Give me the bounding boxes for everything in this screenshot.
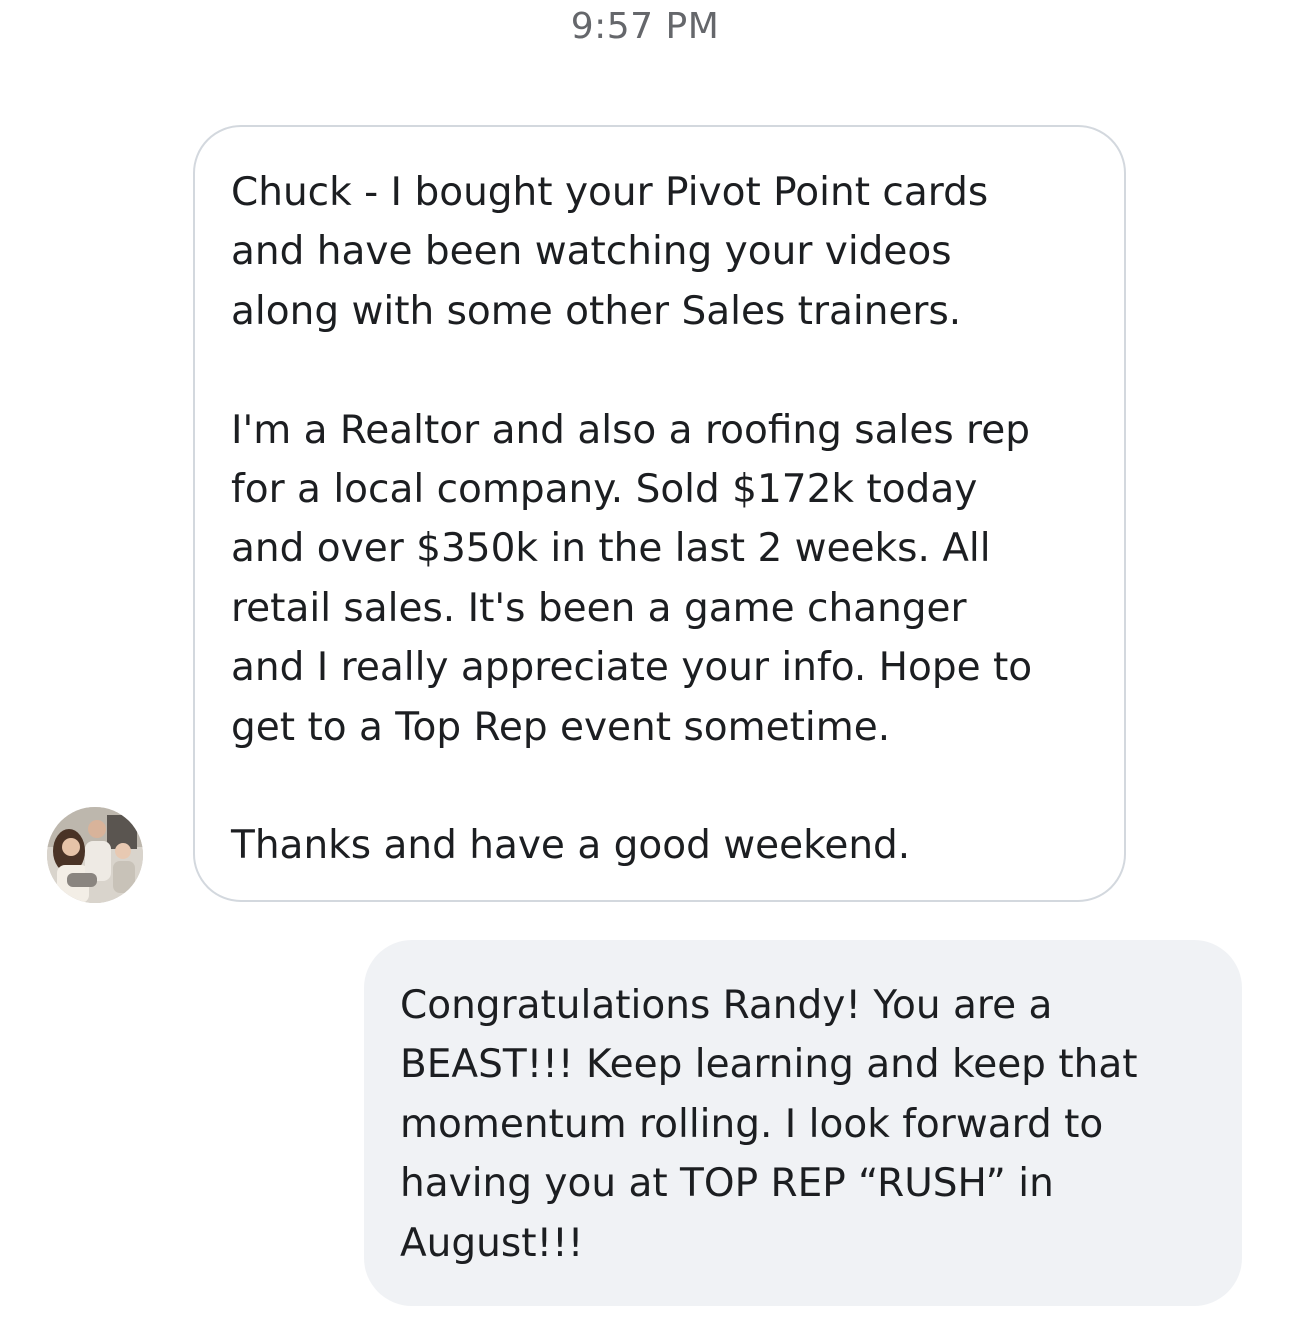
- avatar-photo-icon: [47, 807, 143, 903]
- contact-avatar[interactable]: [47, 807, 143, 903]
- incoming-message-text: Chuck - I bought your Pivot Point cards …: [231, 170, 1033, 869]
- incoming-message-bubble[interactable]: Chuck - I bought your Pivot Point cards …: [193, 125, 1126, 902]
- outgoing-message-text: Congratulations Randy! You are a BEAST!!…: [400, 983, 1138, 1266]
- message-timestamp: 9:57 PM: [570, 6, 720, 47]
- outgoing-message-bubble[interactable]: Congratulations Randy! You are a BEAST!!…: [364, 940, 1242, 1306]
